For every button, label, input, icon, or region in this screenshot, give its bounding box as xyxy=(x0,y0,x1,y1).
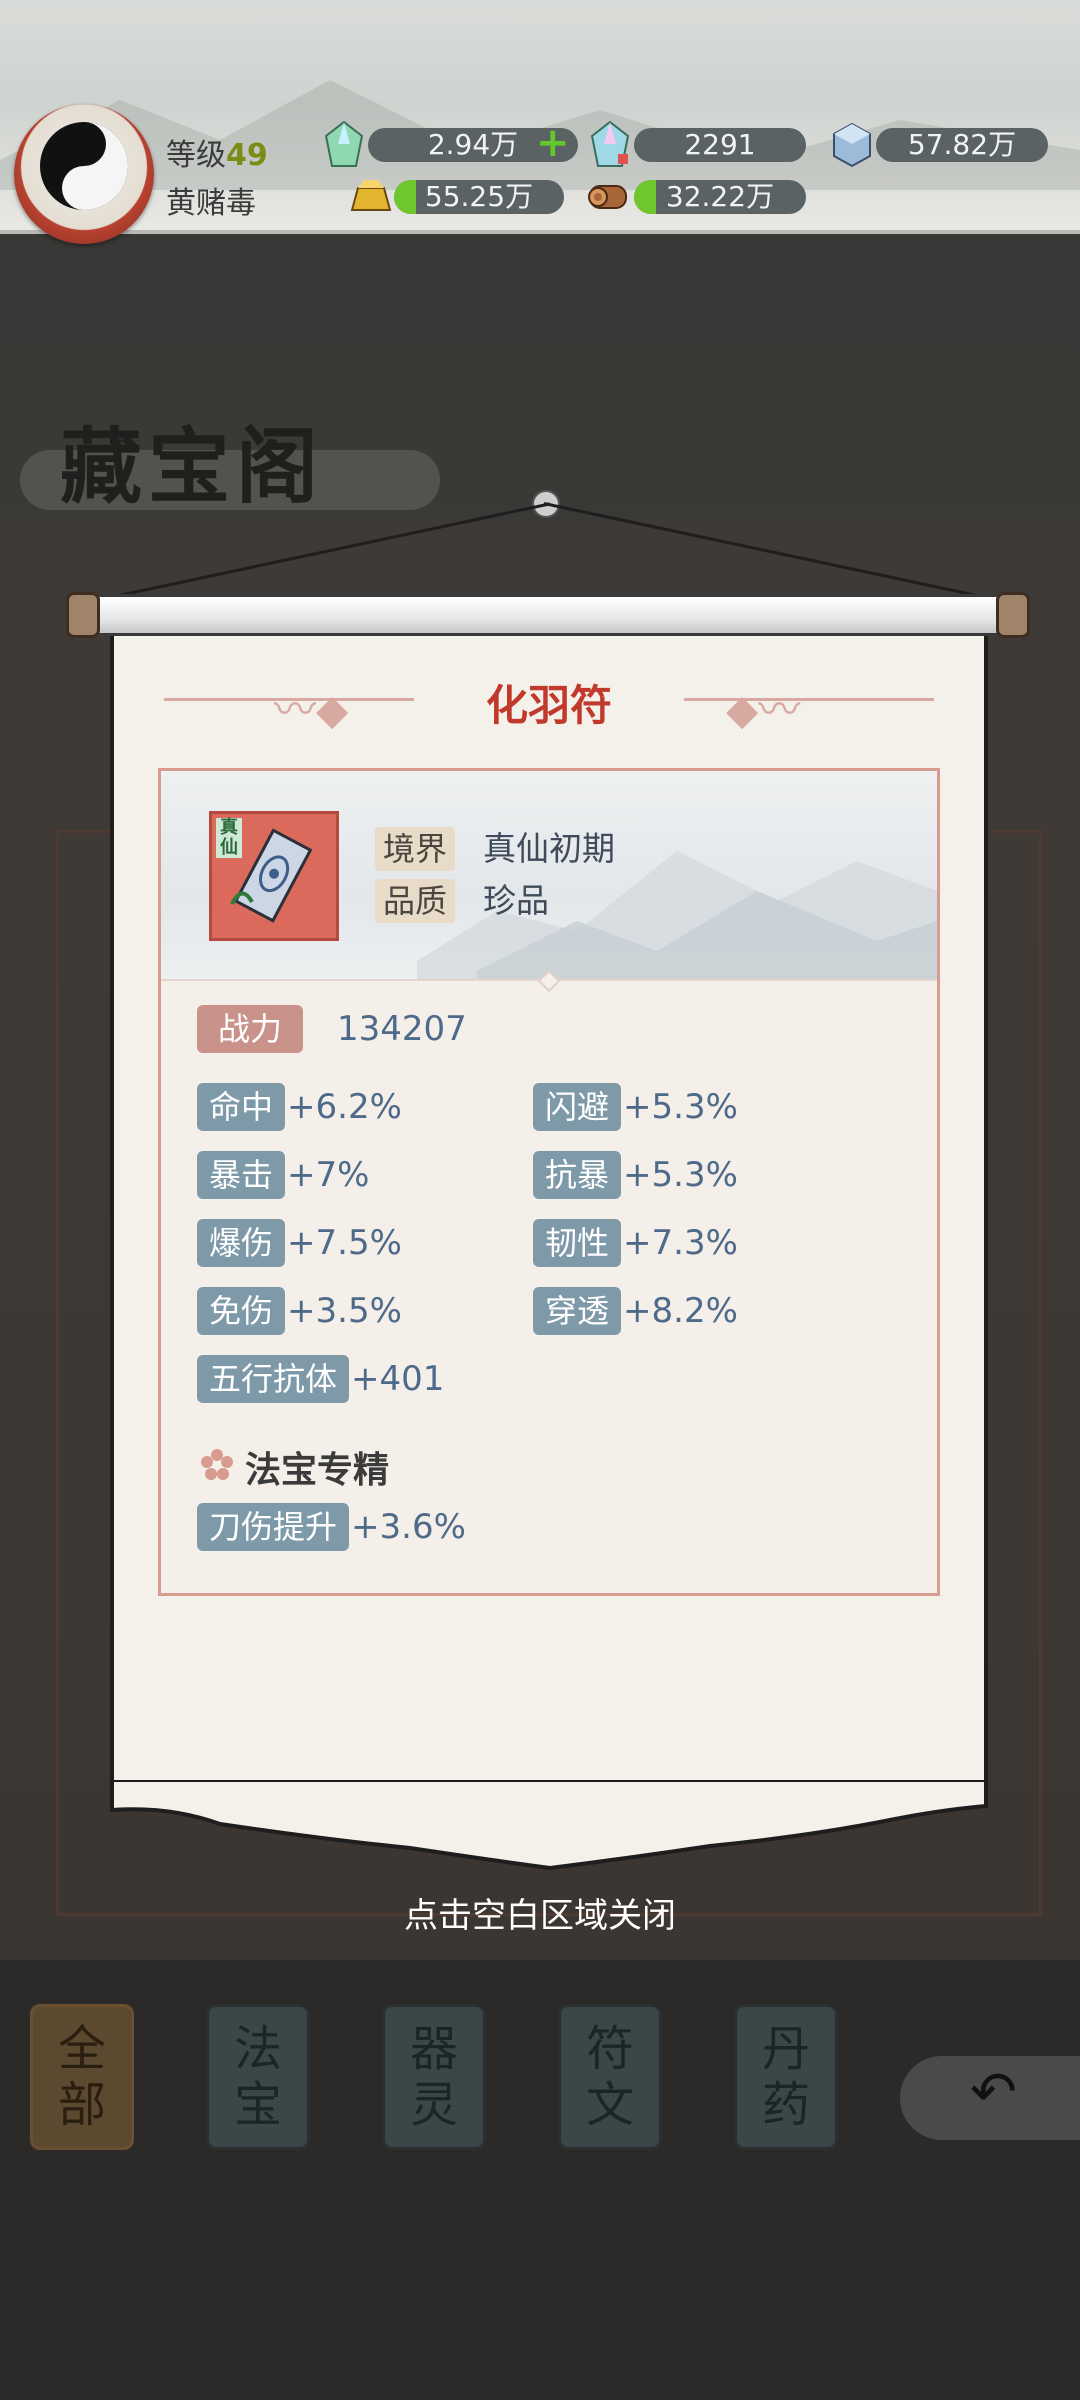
stat-label: 暴击 xyxy=(197,1151,286,1199)
crystal-counter: 57.82万 xyxy=(876,128,1048,162)
realm-value: 真仙初期 xyxy=(483,829,615,868)
stat-value: +6.2% xyxy=(287,1087,402,1127)
item-realm-tag: 真仙 xyxy=(216,818,242,858)
item-icon: 真仙 xyxy=(209,811,339,941)
bound-spirit-stone-value: 2291 xyxy=(684,128,756,161)
specialty-title: 法宝专精 xyxy=(245,1450,390,1491)
stat-label: 五行抗体 xyxy=(197,1355,350,1403)
stat-value: +3.6% xyxy=(351,1507,466,1547)
flower-icon xyxy=(201,1449,233,1480)
item-title: 化羽符 xyxy=(485,681,612,730)
bottom-area xyxy=(0,1960,1080,2400)
stat-value: +5.3% xyxy=(623,1087,738,1127)
wood-counter: 32.22万 xyxy=(634,180,806,214)
stat-value: +3.5% xyxy=(287,1291,402,1331)
wood-icon xyxy=(588,185,627,209)
tab-magic-treasure-label: 法宝 xyxy=(233,2021,282,2133)
combat-power-label: 战力 xyxy=(197,1005,303,1053)
level-value: 49 xyxy=(226,138,268,173)
scroll-rod-end-left xyxy=(66,592,100,638)
tab-all-label: 全部 xyxy=(57,2021,106,2133)
tab-artifact-spirit-label: 器灵 xyxy=(409,2021,458,2133)
stat-label: 爆伤 xyxy=(197,1219,286,1267)
tab-artifact-spirit[interactable]: 器灵 xyxy=(382,2004,486,2150)
item-stats-card: 真仙 境界 真仙初期 品质 珍品 战力 134207 命中 +6.2% 闪避 +5.… xyxy=(158,768,940,1596)
stat-label: 韧性 xyxy=(533,1219,622,1267)
spirit-stone-icon xyxy=(324,120,364,167)
level-label: 等级 xyxy=(166,138,226,173)
tab-elixir[interactable]: 丹药 xyxy=(734,2004,838,2150)
item-summary-header: 真仙 境界 真仙初期 品质 珍品 xyxy=(161,771,937,981)
quality-value: 珍品 xyxy=(483,881,549,920)
item-detail-scroll: 〰◆ ◆〰 化羽符 真仙 境界 真仙初期 品质 珍品 战力 134207 命中 … xyxy=(110,620,988,1790)
stat-value: +7% xyxy=(287,1155,370,1195)
add-spirit-stone-icon[interactable]: + xyxy=(536,123,570,163)
stat-label: 穿透 xyxy=(533,1287,622,1335)
gold-ingot-value: 55.25万 xyxy=(424,180,534,213)
tab-elixir-label: 丹药 xyxy=(761,2021,810,2133)
bound-spirit-stone-counter: 2291 xyxy=(634,128,806,162)
stat-label: 刀伤提升 xyxy=(197,1503,350,1551)
wood-value: 32.22万 xyxy=(665,180,775,213)
stat-label: 免伤 xyxy=(197,1287,286,1335)
gold-ingot-icon xyxy=(350,180,392,211)
mountain-mist-decoration xyxy=(0,80,1080,190)
stat-label: 闪避 xyxy=(533,1083,622,1131)
player-level: 等级49 xyxy=(166,130,268,174)
stat-penetration: 穿透 +8.2% xyxy=(533,1287,738,1335)
stat-five-element-resist: 五行抗体 +401 xyxy=(197,1355,444,1403)
scroll-rod xyxy=(78,594,1020,636)
tab-rune[interactable]: 符文 xyxy=(558,2004,662,2150)
stat-value: +401 xyxy=(351,1359,445,1399)
quality-label: 品质 xyxy=(375,879,456,923)
tab-all[interactable]: 全部 xyxy=(30,2004,134,2150)
player-avatar[interactable] xyxy=(14,104,154,244)
stat-value: +7.5% xyxy=(287,1223,402,1263)
stat-dodge: 闪避 +5.3% xyxy=(533,1083,738,1131)
stat-label: 抗暴 xyxy=(533,1151,622,1199)
stat-crit-damage: 爆伤 +7.5% xyxy=(197,1219,402,1267)
stat-blade-damage-boost: 刀伤提升 +3.6% xyxy=(197,1503,466,1551)
player-name: 黄赌毒 xyxy=(166,186,256,221)
back-arrow-icon: ↶ xyxy=(970,2060,1017,2125)
spirit-stone-value: 2.94万 xyxy=(427,128,519,161)
stat-label: 命中 xyxy=(197,1083,286,1131)
bound-spirit-stone-icon xyxy=(590,120,630,167)
scroll-rod-end-right xyxy=(996,592,1030,638)
tab-magic-treasure[interactable]: 法宝 xyxy=(206,2004,310,2150)
stat-value: +8.2% xyxy=(623,1291,738,1331)
close-hint[interactable]: 点击空白区域关闭 xyxy=(0,1888,1080,1937)
stat-damage-reduction: 免伤 +3.5% xyxy=(197,1287,402,1335)
tab-rune-label: 符文 xyxy=(585,2021,634,2133)
stat-crit: 暴击 +7% xyxy=(197,1151,369,1199)
gold-ingot-counter: 55.25万 xyxy=(394,180,564,214)
crystal-icon xyxy=(833,122,871,168)
page-title: 藏宝阁 xyxy=(60,419,325,515)
yin-yang-icon xyxy=(40,122,128,210)
stat-hit: 命中 +6.2% xyxy=(197,1083,402,1131)
stat-value: +7.3% xyxy=(623,1223,738,1263)
combat-power-value: 134207 xyxy=(337,1009,467,1049)
stat-toughness: 韧性 +7.3% xyxy=(533,1219,738,1267)
realm-label: 境界 xyxy=(375,827,456,871)
stat-crit-resist: 抗暴 +5.3% xyxy=(533,1151,738,1199)
scroll-bottom-edge xyxy=(110,1780,988,1871)
stat-value: +5.3% xyxy=(623,1155,738,1195)
crystal-value: 57.82万 xyxy=(907,128,1017,161)
